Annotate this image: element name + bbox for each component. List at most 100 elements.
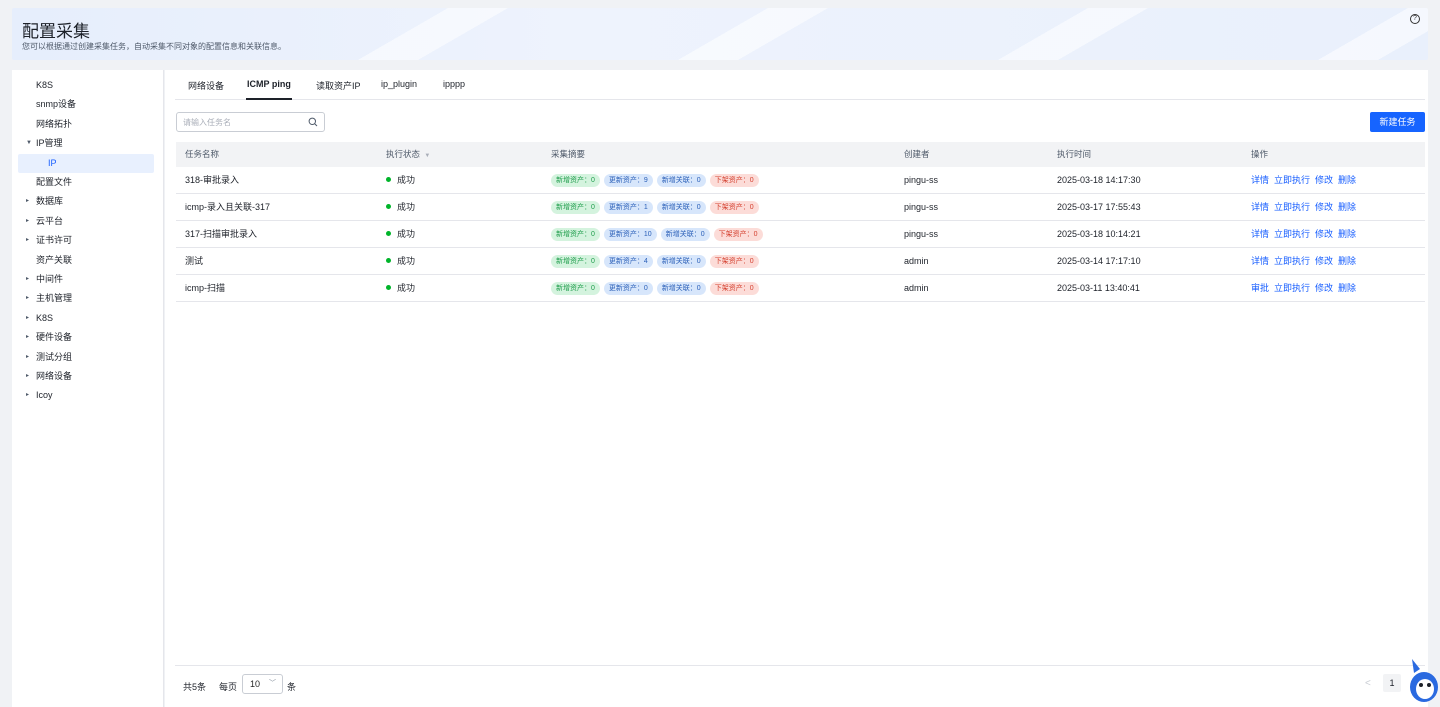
sidebar-item[interactable]: ▸ 测试分组 [12, 348, 162, 367]
search-box[interactable] [176, 112, 325, 132]
caret-icon[interactable]: ▸ [26, 309, 29, 328]
summary-tag: 下架资产：0 [709, 174, 759, 188]
action-link[interactable]: 修改 [1315, 202, 1333, 212]
action-link[interactable]: 删除 [1338, 175, 1356, 185]
status-cell: 成功 [386, 275, 415, 302]
table-row: 测试 成功 新增资产：0 更新资产：4 新增关联：0 下架资产：0 admin 2025-03… [176, 248, 1425, 275]
per-page-label: 每页 [219, 682, 238, 692]
summary-tags: 新增资产：0 更新资产：9 新增关联：0 下架资产：0 [551, 167, 763, 194]
action-link[interactable]: 删除 [1338, 229, 1356, 239]
sidebar-item[interactable]: ▸ 中间件 [12, 270, 162, 289]
sidebar-item[interactable]: ▸ 主机管理 [12, 289, 162, 308]
caret-icon[interactable]: ▸ [26, 328, 29, 347]
sidebar-item-label: 云平台 [36, 215, 64, 226]
sidebar-item[interactable]: ▸ Icoy [12, 386, 162, 405]
status-dot [386, 231, 391, 237]
action-link[interactable]: 删除 [1338, 256, 1356, 266]
help-icon[interactable]: ? [1410, 14, 1420, 24]
tab-item[interactable]: ip_plugin [381, 79, 417, 89]
column-header-status[interactable]: 执行状态 ▼ [386, 142, 430, 169]
sidebar-item[interactable]: K8S [12, 76, 162, 95]
caret-icon[interactable]: ▸ [26, 367, 29, 386]
action-link[interactable]: 立即执行 [1274, 202, 1310, 212]
page-size-select[interactable]: 10 ﹀ [242, 674, 283, 694]
action-link[interactable]: 详情 [1251, 202, 1269, 212]
task-name: 317-扫描审批录入 [185, 229, 258, 239]
status-cell: 成功 [386, 221, 415, 248]
sidebar-item[interactable]: ▼ IP管理 [12, 134, 162, 153]
action-link[interactable]: 立即执行 [1274, 229, 1310, 239]
action-link[interactable]: 立即执行 [1274, 175, 1310, 185]
caret-icon[interactable]: ▸ [26, 289, 29, 308]
action-link[interactable]: 修改 [1315, 256, 1333, 266]
search-input[interactable] [183, 116, 303, 129]
page-number-button[interactable]: 1 [1383, 674, 1401, 692]
sidebar-item[interactable]: 配置文件 [12, 173, 162, 192]
sidebar-item-label: 证书许可 [36, 235, 73, 246]
sidebar-item[interactable]: ▸ 数据库 [12, 192, 162, 211]
exec-time: 2025-03-14 17:17:10 [1057, 256, 1141, 266]
tab-item[interactable]: ICMP ping [246, 79, 292, 100]
sidebar-item-label: 网络拓扑 [36, 118, 73, 129]
sidebar-item-label: IP [48, 157, 57, 168]
sidebar-item[interactable]: ▸ 硬件设备 [12, 328, 162, 347]
action-link[interactable]: 修改 [1315, 283, 1333, 293]
caret-icon[interactable]: ▸ [26, 386, 29, 405]
sidebar-item[interactable]: ▸ 云平台 [12, 212, 162, 231]
sidebar-item[interactable]: 资产关联 [12, 251, 162, 270]
action-link[interactable]: 详情 [1251, 229, 1269, 239]
action-link[interactable]: 审批 [1251, 283, 1269, 293]
sidebar-item[interactable]: ▸ 网络设备 [12, 367, 162, 386]
action-link[interactable]: 立即执行 [1274, 283, 1310, 293]
action-link[interactable]: 删除 [1338, 283, 1356, 293]
tab-item[interactable]: ipppp [443, 79, 465, 89]
table-row: icmp-扫描 成功 新增资产：0 更新资产：0 新增关联：0 下架资产：0 admin 20… [176, 275, 1425, 302]
sidebar-item-label: K8S [36, 80, 54, 90]
summary-tag: 新增关联：0 [656, 201, 706, 215]
caret-icon[interactable]: ▼ [26, 134, 32, 153]
new-task-button[interactable]: 新建任务 [1370, 112, 1425, 132]
sidebar-item-label: 中间件 [36, 274, 64, 284]
actions-cell: 审批 立即执行 修改 删除 [1251, 275, 1361, 302]
caret-icon[interactable]: ▸ [26, 348, 29, 367]
action-link[interactable]: 修改 [1315, 175, 1333, 185]
summary-tag: 新增资产：0 [551, 282, 600, 296]
page-size-value: 10 [250, 679, 261, 689]
page-header: 配置采集 您可以根据通过创建采集任务，自动采集不同对象的配置信息和关联信息。 ? [12, 8, 1428, 60]
assistant-mascot-icon[interactable] [1404, 651, 1440, 705]
summary-tag: 新增资产：0 [551, 255, 600, 269]
sidebar-item-label: K8S [36, 312, 54, 323]
summary-tag: 更新资产：9 [603, 174, 653, 188]
sidebar-item[interactable]: 网络拓扑 [12, 115, 162, 134]
page-title: 配置采集 [22, 22, 90, 41]
caret-icon[interactable]: ▸ [26, 231, 29, 250]
actions-cell: 详情 立即执行 修改 删除 [1251, 194, 1361, 221]
action-link[interactable]: 删除 [1338, 202, 1356, 212]
column-header-time: 执行时间 [1057, 149, 1092, 159]
creator: admin [904, 283, 929, 293]
summary-tag: 更新资产：1 [603, 201, 653, 215]
sidebar-item[interactable]: ▸ 证书许可 [12, 231, 162, 250]
per-page-unit: 条 [287, 682, 297, 692]
sidebar-item[interactable]: ▸ K8S [12, 309, 162, 328]
filter-icon[interactable]: ▼ [424, 153, 430, 159]
exec-time: 2025-03-18 10:14:21 [1057, 229, 1141, 239]
action-link[interactable]: 修改 [1315, 229, 1333, 239]
sidebar-item[interactable]: snmp设备 [12, 95, 162, 114]
summary-tag: 更新资产：0 [603, 282, 653, 296]
search-icon[interactable] [308, 117, 318, 127]
action-link[interactable]: 详情 [1251, 175, 1269, 185]
caret-icon[interactable]: ▸ [26, 270, 29, 289]
prev-page-button[interactable]: < [1365, 678, 1371, 689]
status-dot [386, 285, 391, 291]
summary-tag: 新增关联：0 [656, 174, 706, 188]
action-link[interactable]: 详情 [1251, 256, 1269, 266]
sidebar-item-label: snmp设备 [36, 99, 77, 110]
column-header-creator: 创建者 [904, 149, 930, 159]
caret-icon[interactable]: ▸ [26, 192, 29, 211]
tab-item[interactable]: 网络设备 [188, 79, 224, 92]
tab-item[interactable]: 读取资产IP [316, 79, 361, 92]
action-link[interactable]: 立即执行 [1274, 256, 1310, 266]
sidebar-item[interactable]: IP [18, 153, 154, 173]
caret-icon[interactable]: ▸ [26, 212, 29, 231]
